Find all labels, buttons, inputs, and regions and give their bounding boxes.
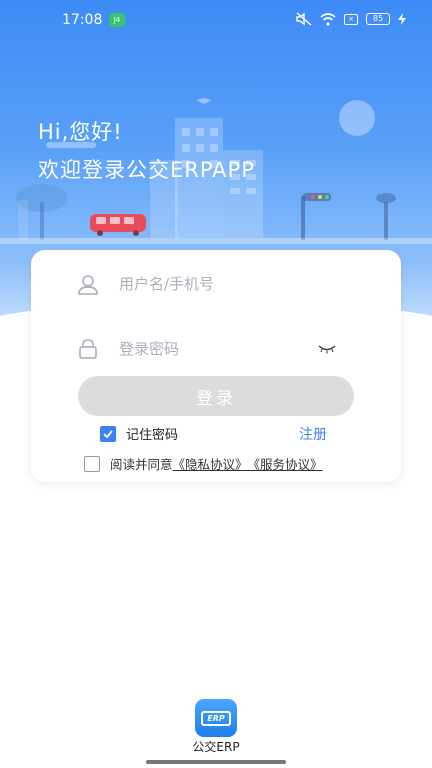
mute-icon (296, 12, 312, 26)
username-input[interactable] (119, 275, 319, 293)
welcome-text: 欢迎登录公交ERPAPP (38, 158, 255, 182)
login-screen: Hi,您好! 欢迎登录公交ERPAPP 17:08 J4 × 85 登录 (0, 0, 432, 768)
remember-password[interactable]: 记住密码 (100, 424, 178, 443)
status-bar: 17:08 J4 × 85 (0, 0, 432, 34)
charging-icon (398, 13, 406, 25)
check-icon (103, 429, 113, 438)
app-logo-icon: ERP (195, 699, 237, 737)
username-field[interactable] (77, 264, 319, 304)
greeting-text: Hi,您好! (38, 120, 123, 144)
home-indicator[interactable] (146, 760, 286, 764)
app-name: 公交ERP (192, 740, 240, 754)
status-icons: × 85 (296, 12, 406, 26)
battery-icon: 85 (366, 13, 390, 25)
notification-icon: J4 (109, 13, 125, 27)
close-box-icon: × (344, 13, 358, 25)
user-icon (78, 275, 98, 295)
privacy-link[interactable]: 《隐私协议》 (173, 454, 248, 473)
register-link[interactable]: 注册 (299, 424, 327, 444)
remember-checkbox[interactable] (100, 425, 116, 442)
wifi-icon (320, 12, 336, 26)
app-logo-text: ERP (201, 710, 231, 726)
lock-icon (79, 339, 97, 359)
password-field[interactable] (77, 329, 319, 369)
password-input[interactable] (119, 340, 319, 358)
remember-label: 记住密码 (126, 428, 179, 443)
agree-checkbox[interactable] (84, 455, 100, 472)
login-button[interactable]: 登录 (78, 376, 354, 416)
agreement-row: 阅读并同意 《隐私协议》 《服务协议》 (84, 454, 323, 473)
eye-closed-icon[interactable] (318, 343, 336, 355)
service-link[interactable]: 《服务协议》 (248, 454, 323, 473)
login-card: 登录 记住密码 注册 阅读并同意 《隐私协议》 《服务协议》 (31, 250, 401, 482)
agree-prefix: 阅读并同意 (110, 457, 173, 472)
status-time: 17:08 (62, 12, 103, 28)
